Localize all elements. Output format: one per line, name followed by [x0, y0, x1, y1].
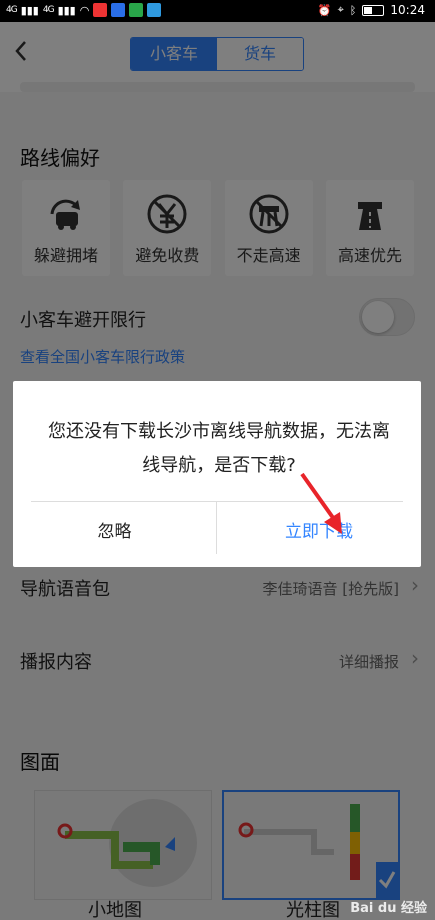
offline-download-dialog: 您还没有下载长沙市离线导航数据，无法离线导航，是否下载? 忽略 立即下载 — [13, 381, 421, 567]
annotation-arrow-icon — [300, 472, 342, 534]
battery-icon — [362, 4, 385, 16]
alarm-icon: ⏰ — [317, 3, 332, 17]
status-right: ⏰ ⌖ ᛒ 10:24 — [318, 3, 425, 17]
app-notify-icon-1 — [93, 3, 108, 17]
app-notify-icon-2 — [111, 3, 126, 17]
app-notify-icon-4 — [147, 3, 162, 17]
location-icon: ⌖ — [337, 3, 344, 16]
app-notify-icon-3 — [129, 3, 144, 17]
signal-4g-2: 4G — [42, 5, 55, 15]
status-bar: 4G ▮▮▮ 4G ▮▮▮ ◠ ⏰ ⌖ ᛒ 10:24 — [0, 0, 435, 22]
signal-icon-2: ▮▮▮ — [57, 3, 76, 17]
status-time: 10:24 — [390, 3, 425, 17]
signal-4g-1: 4G — [6, 5, 18, 15]
wifi-icon: ◠ — [79, 3, 90, 17]
signal-icon: ▮▮▮ — [20, 3, 39, 17]
status-left: 4G ▮▮▮ 4G ▮▮▮ ◠ — [6, 3, 162, 17]
ignore-button[interactable]: 忽略 — [13, 502, 216, 562]
bluetooth-icon: ᛒ — [349, 3, 357, 17]
baidu-watermark: Bai du 经验 — [350, 901, 427, 916]
